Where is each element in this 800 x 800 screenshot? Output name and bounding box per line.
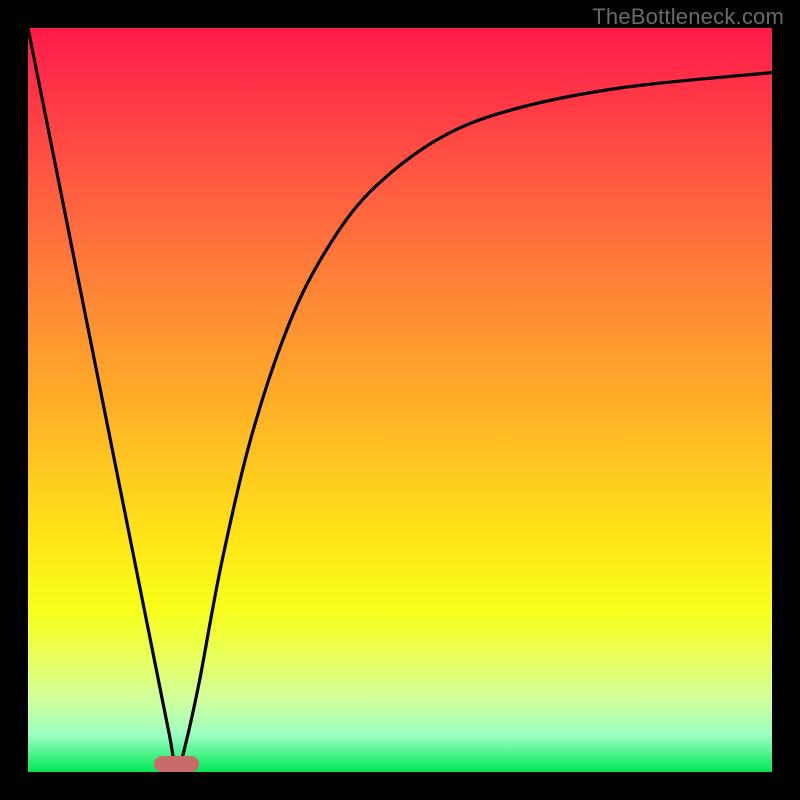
watermark-text: TheBottleneck.com	[592, 4, 784, 30]
plot-area	[28, 28, 772, 772]
chart-frame: TheBottleneck.com	[0, 0, 800, 800]
optimal-marker	[154, 756, 199, 772]
curve-svg	[28, 28, 772, 772]
bottleneck-curve	[28, 28, 772, 772]
